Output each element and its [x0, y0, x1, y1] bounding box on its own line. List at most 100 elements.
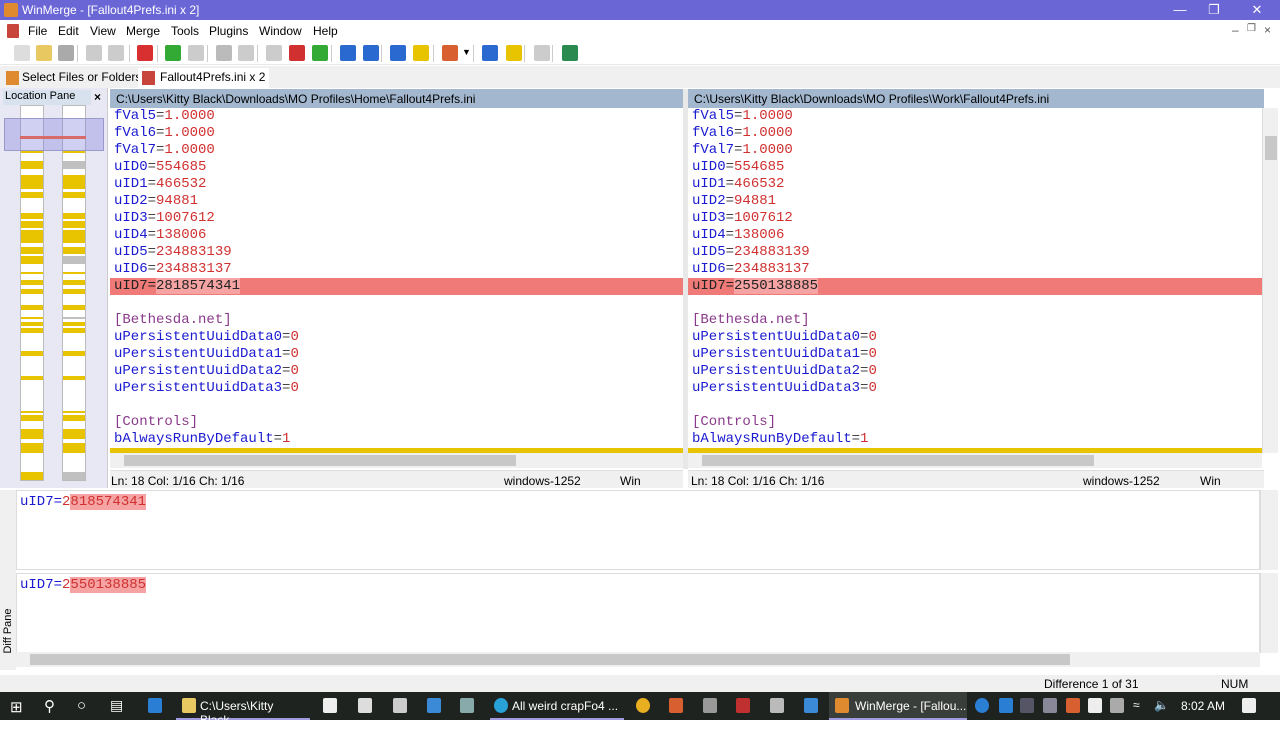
app-icon[interactable]	[770, 698, 784, 713]
pane-splitter[interactable]	[683, 89, 688, 469]
diff-location-band[interactable]	[21, 175, 43, 189]
diff-location-band[interactable]	[21, 415, 43, 421]
diff-top-scrollbar[interactable]	[1260, 490, 1278, 570]
code-line[interactable]: [Controls]	[688, 414, 1262, 431]
redo-icon[interactable]	[108, 45, 124, 61]
app-icon[interactable]	[427, 698, 441, 713]
copy-right-advance-icon[interactable]	[390, 45, 406, 61]
code-line[interactable]: uID3=1007612	[688, 210, 1262, 227]
diff-location-band[interactable]	[63, 213, 85, 219]
code-line[interactable]: bAlwaysRunByDefault=1	[688, 431, 1262, 448]
copy-left-advance-icon[interactable]	[413, 45, 429, 61]
task-view-icon[interactable]: ▤	[110, 697, 123, 714]
diff-bottom-scrollbar[interactable]	[1260, 573, 1278, 653]
code-line[interactable]: uID6=234883137	[688, 261, 1262, 278]
next-diff-icon[interactable]	[165, 45, 181, 61]
menu-file[interactable]: File	[28, 24, 47, 38]
copy-all-icon[interactable]	[312, 45, 328, 61]
store-icon[interactable]	[323, 698, 337, 713]
menu-plugins[interactable]: Plugins	[209, 24, 248, 38]
diff-location-band[interactable]	[63, 289, 85, 294]
diff-location-band[interactable]	[63, 221, 85, 228]
next-file-icon[interactable]	[482, 45, 498, 61]
diff-location-band[interactable]	[63, 322, 85, 326]
code-line[interactable]: uID1=466532	[110, 176, 683, 193]
refresh-icon[interactable]	[562, 45, 578, 61]
mdi-restore-button[interactable]: ❐	[1247, 23, 1256, 34]
menu-edit[interactable]: Edit	[58, 24, 79, 38]
diff-location-band[interactable]	[63, 175, 85, 189]
save-icon[interactable]	[58, 45, 74, 61]
code-line[interactable]	[688, 295, 1262, 312]
code-line[interactable]: uID4=138006	[688, 227, 1262, 244]
bluetooth-icon[interactable]	[999, 698, 1013, 713]
copy-left-icon[interactable]	[363, 45, 379, 61]
diff-location-band[interactable]	[63, 230, 85, 243]
code-line[interactable]: uPersistentUuidData1=0	[688, 346, 1262, 363]
close-location-pane-icon[interactable]: ×	[94, 90, 101, 104]
code-line[interactable]: uID0=554685	[688, 159, 1262, 176]
code-line[interactable]: uID3=1007612	[110, 210, 683, 227]
volume-icon[interactable]: 🔈	[1154, 698, 1169, 712]
chrome-icon[interactable]	[636, 698, 650, 713]
code-line[interactable]: uPersistentUuidData1=0	[110, 346, 683, 363]
diff-location-band[interactable]	[21, 411, 43, 413]
diff-location-band[interactable]	[63, 411, 85, 413]
diff-location-band[interactable]	[63, 328, 85, 333]
search-icon[interactable]: ⚲	[44, 697, 55, 715]
diff-location-band[interactable]	[63, 317, 85, 319]
app-icon[interactable]	[393, 698, 407, 713]
diff-location-band[interactable]	[21, 376, 43, 380]
copy-right-icon[interactable]	[340, 45, 356, 61]
app-icon[interactable]	[703, 698, 717, 713]
first-diff-icon[interactable]	[216, 45, 232, 61]
diff-line[interactable]: uID7=2550138885	[688, 278, 1262, 295]
taskbar-browser[interactable]: All weird crapFo4 ...	[490, 692, 624, 720]
location-viewport[interactable]	[4, 118, 104, 151]
last-diff-icon[interactable]	[238, 45, 254, 61]
diff-location-band[interactable]	[21, 192, 43, 198]
diff-location-band[interactable]	[21, 429, 43, 439]
code-line[interactable]: uPersistentUuidData0=0	[688, 329, 1262, 346]
diff-location-band[interactable]	[21, 272, 43, 274]
diff-location-band[interactable]	[21, 213, 43, 219]
diff-location-band[interactable]	[21, 305, 43, 310]
diff-location-band[interactable]	[63, 280, 85, 285]
diff-location-band[interactable]	[63, 305, 85, 310]
tab-select-files[interactable]: Select Files or Folders	[2, 68, 145, 88]
copy-diff-icon[interactable]	[289, 45, 305, 61]
tab-fallout4prefs[interactable]: Fallout4Prefs.ini x 2	[138, 68, 270, 88]
prev-diff-icon[interactable]	[188, 45, 204, 61]
diff-line[interactable]: uID7=2818574341	[110, 278, 683, 295]
diff-location-band[interactable]	[63, 443, 85, 453]
code-line[interactable]	[110, 397, 683, 414]
menu-window[interactable]: Window	[259, 24, 302, 38]
left-horizontal-scrollbar[interactable]	[110, 453, 683, 468]
menu-help[interactable]: Help	[313, 24, 338, 38]
mdi-close-button[interactable]: ×	[1264, 23, 1271, 37]
undo-icon[interactable]	[86, 45, 102, 61]
diff-location-band[interactable]	[21, 351, 43, 356]
prev-file-icon[interactable]	[506, 45, 522, 61]
diff-location-band[interactable]	[63, 256, 85, 264]
diff-location-band[interactable]	[63, 429, 85, 439]
diff-location-band[interactable]	[21, 280, 43, 285]
code-line[interactable]: fVal5=1.0000	[688, 108, 1262, 125]
open-icon[interactable]	[36, 45, 52, 61]
diff-location-band[interactable]	[21, 221, 43, 228]
app-icon[interactable]	[804, 698, 818, 713]
taskbar-explorer[interactable]: C:\Users\Kitty Black...	[176, 692, 310, 727]
location-bar-right[interactable]	[62, 105, 86, 481]
code-line[interactable]: uPersistentUuidData2=0	[110, 363, 683, 380]
right-editor[interactable]: fVal5=1.0000 fVal6=1.0000 fVal7=1.0000 uID0…	[688, 108, 1262, 453]
merge-disabled-icon[interactable]	[534, 45, 550, 61]
diff-location-band[interactable]	[21, 317, 43, 319]
code-line[interactable]	[688, 397, 1262, 414]
diff-pane-bottom[interactable]: uID7=2550138885	[16, 573, 1260, 653]
diff-location-band[interactable]	[63, 192, 85, 198]
app-icon[interactable]	[736, 698, 750, 713]
tools-dropdown-icon[interactable]: ▼	[462, 47, 471, 57]
code-line[interactable]: uID5=234883139	[110, 244, 683, 261]
new-icon[interactable]	[14, 45, 30, 61]
tools-icon[interactable]	[442, 45, 458, 61]
